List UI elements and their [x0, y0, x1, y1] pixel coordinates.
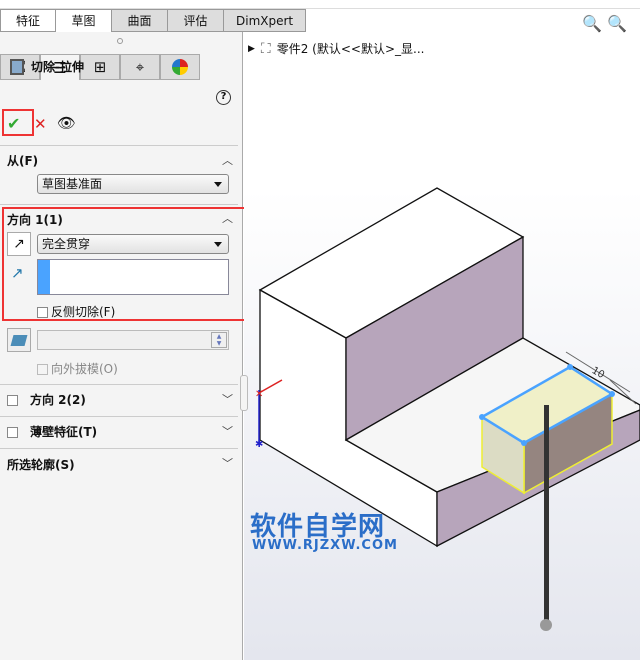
zoom-toolbar: 🔍 🔍: [582, 14, 627, 33]
selected-contours-header[interactable]: 所选轮廓(S): [7, 456, 75, 473]
direction2-header[interactable]: 方向 2(2): [7, 391, 86, 408]
panel-collapse-handle[interactable]: [240, 375, 248, 411]
model-view: 10 ✕ ✱: [255, 187, 640, 631]
draft-icon[interactable]: [7, 328, 31, 352]
from-section-header[interactable]: 从(F): [7, 152, 38, 169]
graphics-area[interactable]: 10 ✕ ✱: [244, 32, 640, 660]
cut-extrude-icon: [10, 58, 24, 75]
chevron-up-icon[interactable]: ︿: [222, 152, 233, 168]
from-value: 草图基准面: [42, 177, 103, 191]
flip-side-label: 反侧切除(F): [51, 305, 116, 319]
direction-arrow-icon: ↗: [11, 264, 24, 282]
from-select[interactable]: 草图基准面: [37, 174, 229, 194]
dropdown-arrow-icon: [214, 182, 222, 191]
divider: [0, 384, 238, 385]
part-icon: ⛶: [260, 40, 271, 57]
divider: [0, 145, 238, 146]
direction-selection-box[interactable]: [37, 259, 229, 295]
flip-side-checkbox[interactable]: 反侧切除(F): [37, 303, 115, 320]
cancel-button[interactable]: ✕: [34, 115, 47, 133]
chevron-up-icon[interactable]: ︿: [222, 210, 233, 226]
draft-angle-input[interactable]: ▲ ▼: [37, 330, 229, 350]
divider: [0, 204, 238, 205]
command-tabs: 特征 草图 曲面 评估 DimXpert: [0, 9, 307, 32]
appearance-tab-icon[interactable]: [160, 54, 200, 80]
help-icon[interactable]: ?: [216, 90, 231, 105]
dropdown-arrow-icon: [214, 242, 222, 251]
top-strip: [0, 0, 640, 9]
tab-dimxpert[interactable]: DimXpert: [224, 9, 307, 32]
svg-text:✕: ✕: [255, 389, 263, 400]
thin-feature-header[interactable]: 薄壁特征(T): [7, 423, 97, 440]
thin-feature-label: 薄壁特征(T): [30, 425, 98, 439]
direction1-header[interactable]: 方向 1(1): [7, 211, 63, 228]
feature-title-text: 切除-拉伸: [31, 60, 84, 74]
end-condition-value: 完全贯穿: [42, 237, 91, 251]
divider: [0, 448, 238, 449]
tab-sketch[interactable]: 草图: [56, 9, 112, 32]
tab-evaluate[interactable]: 评估: [168, 9, 224, 32]
feature-tree-root[interactable]: ▶ ⛶ 零件2 (默认<<默认>_显...: [248, 40, 424, 57]
zoom-to-fit-icon[interactable]: 🔍: [582, 14, 602, 33]
tab-features[interactable]: 特征: [0, 9, 56, 32]
part-name: 零件2 (默认<<默认>_显...: [276, 42, 425, 56]
chevron-down-icon[interactable]: ﹀: [222, 423, 233, 439]
svg-text:✱: ✱: [255, 439, 263, 450]
configuration-tab-icon[interactable]: ⊞: [80, 54, 120, 80]
spinner-icon[interactable]: ▲ ▼: [211, 332, 227, 348]
ok-button[interactable]: ✔: [7, 114, 20, 133]
divider: [0, 416, 238, 417]
direction2-label: 方向 2(2): [30, 393, 86, 407]
panel-grip[interactable]: [117, 38, 123, 44]
tab-surfaces[interactable]: 曲面: [112, 9, 168, 32]
draft-outward-checkbox[interactable]: 向外拔模(O): [37, 360, 118, 377]
draft-outward-label: 向外拔模(O): [51, 362, 118, 376]
zoom-to-area-icon[interactable]: 🔍: [607, 14, 627, 33]
preview-eye-icon[interactable]: 👁: [57, 114, 76, 132]
chevron-down-icon[interactable]: ﹀: [222, 391, 233, 407]
reverse-direction-icon[interactable]: ↗: [7, 232, 31, 256]
chevron-down-icon[interactable]: ﹀: [222, 455, 233, 471]
dimxpert-tab-icon[interactable]: ⌖: [120, 54, 160, 80]
feature-title: 切除-拉伸: [10, 58, 84, 75]
expand-arrow-icon[interactable]: ▶: [248, 44, 255, 54]
watermark-url: WWW.RJZXW.COM: [252, 538, 398, 553]
end-condition-select[interactable]: 完全贯穿: [37, 234, 229, 254]
